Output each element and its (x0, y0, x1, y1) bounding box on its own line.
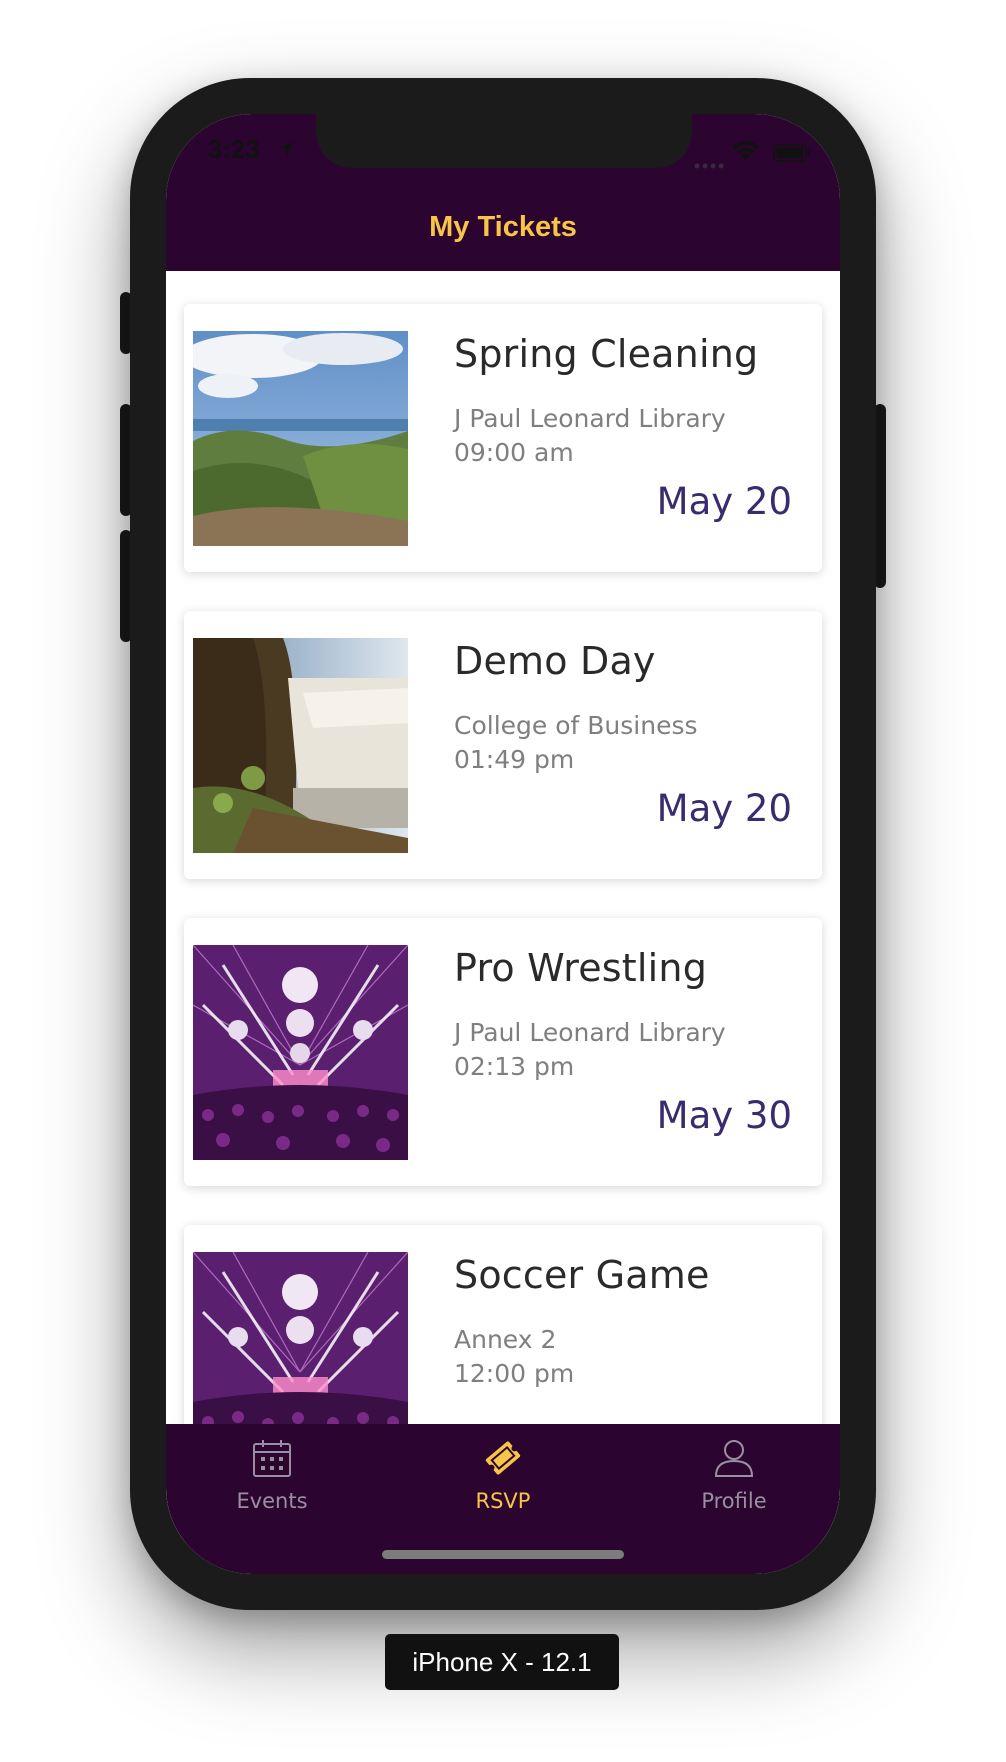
event-time: 02:13 pm (454, 1052, 575, 1081)
tab-events[interactable]: Events (192, 1438, 352, 1513)
tab-rsvp[interactable]: RSVP (423, 1438, 583, 1513)
event-time: 09:00 am (454, 438, 574, 467)
event-date: May 30 (656, 1094, 792, 1137)
event-time: 01:49 pm (454, 745, 575, 774)
device-caption: iPhone X - 12.1 (385, 1634, 619, 1690)
ticket-card[interactable]: Spring Cleaning J Paul Leonard Library 0… (184, 304, 822, 572)
event-venue: College of Business (454, 711, 698, 740)
cellular-signal-icon (694, 156, 726, 174)
ticket-card[interactable]: Pro Wrestling J Paul Leonard Library 02:… (184, 918, 822, 1186)
event-venue: Annex 2 (454, 1325, 557, 1354)
event-venue: J Paul Leonard Library (454, 1018, 726, 1047)
event-title: Pro Wrestling (454, 946, 708, 990)
event-date: May 20 (656, 787, 792, 830)
phone-screen: Spring Cleaning J Paul Leonard Library 0… (166, 114, 840, 1574)
person-icon (713, 1440, 755, 1482)
event-image (193, 331, 408, 546)
tab-label: Profile (701, 1489, 767, 1513)
battery-icon (773, 144, 811, 167)
location-arrow-icon (278, 141, 294, 162)
tickets-list[interactable]: Spring Cleaning J Paul Leonard Library 0… (166, 271, 840, 1543)
tab-profile[interactable]: Profile (654, 1438, 814, 1513)
event-title: Soccer Game (454, 1253, 710, 1297)
wifi-icon (732, 140, 760, 166)
ticket-icon (482, 1441, 524, 1482)
home-indicator[interactable] (382, 1550, 624, 1559)
ticket-card[interactable]: Demo Day College of Business 01:49 pm Ma… (184, 611, 822, 879)
event-title: Spring Cleaning (454, 332, 759, 376)
status-time: 3:23 (208, 136, 261, 164)
event-time: 12:00 pm (454, 1359, 575, 1388)
event-image (193, 945, 408, 1160)
notch (316, 114, 692, 168)
calendar-icon (251, 1440, 293, 1482)
navigation-bar: 3:23 My Tickets (166, 114, 840, 271)
tab-label: RSVP (475, 1489, 531, 1513)
event-date: May 20 (656, 480, 792, 523)
event-image (193, 638, 408, 853)
tab-label: Events (236, 1489, 308, 1513)
event-title: Demo Day (454, 639, 656, 683)
event-venue: J Paul Leonard Library (454, 404, 726, 433)
page-title: My Tickets (429, 211, 577, 243)
